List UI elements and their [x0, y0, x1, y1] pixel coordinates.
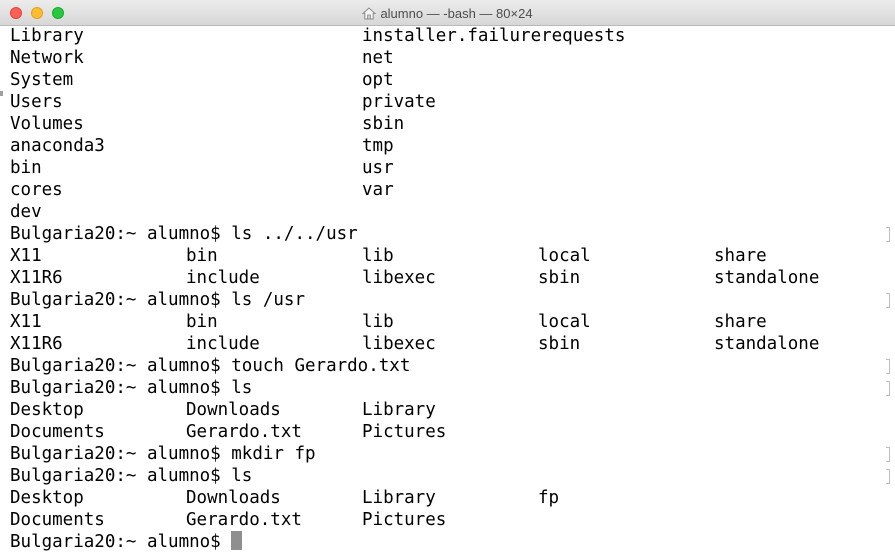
output-entry: lib — [362, 246, 394, 266]
command-mark — [886, 359, 890, 374]
command-mark — [886, 227, 890, 242]
output-entry: Users — [10, 92, 63, 112]
output-entry: X11 — [10, 312, 42, 332]
terminal-content[interactable]: Library installer.failurerequests Network n… — [0, 26, 895, 557]
output-entry: Downloads — [186, 488, 281, 508]
output-entry: X11 — [10, 246, 42, 266]
output-entry: installer.failurerequests — [362, 26, 626, 46]
output-line: Desktop Downloads Library — [10, 399, 890, 421]
output-entry: Pictures — [362, 422, 447, 442]
line-text: Bulgaria20:~ alumno$ touch Gerardo.txt — [10, 356, 411, 376]
output-entry: bin — [186, 246, 218, 266]
output-entry: dev — [10, 202, 42, 222]
output-line: X11R6 include libexec sbin standalone — [10, 267, 890, 289]
output-entry: X11R6 — [10, 334, 63, 354]
output-line: Documents Gerardo.txt Pictures — [10, 421, 890, 443]
line-text: Bulgaria20:~ alumno$ — [10, 532, 232, 552]
command-mark — [886, 447, 890, 462]
output-entry: private — [362, 92, 436, 112]
output-line: Documents Gerardo.txt Pictures — [10, 509, 890, 531]
output-entry: System — [10, 70, 74, 90]
line-text: Bulgaria20:~ alumno$ ls — [10, 378, 253, 398]
output-line: X11R6 include libexec sbin standalone — [10, 333, 890, 355]
output-entry: standalone — [714, 334, 820, 354]
output-entry: Volumes — [10, 114, 84, 134]
command-line: Bulgaria20:~ alumno$ ls — [10, 377, 890, 399]
output-entry: Pictures — [362, 510, 447, 530]
output-entry: bin — [10, 158, 42, 178]
output-entry: Library — [10, 26, 84, 46]
output-entry: net — [362, 48, 394, 68]
command-line: Bulgaria20:~ alumno$ touch Gerardo.txt — [10, 355, 890, 377]
output-line: Volumes sbin — [10, 113, 890, 135]
output-entry: bin — [186, 312, 218, 332]
output-entry: Network — [10, 48, 84, 68]
window-title-group: alumno — -bash — 80×24 — [0, 0, 895, 26]
command-mark — [886, 469, 890, 484]
output-entry: sbin — [538, 268, 581, 288]
command-line: Bulgaria20:~ alumno$ mkdir fp — [10, 443, 890, 465]
output-entry: Gerardo.txt — [186, 422, 302, 442]
output-entry: anaconda3 — [10, 136, 105, 156]
output-line: bin usr — [10, 157, 890, 179]
output-entry: share — [714, 312, 767, 332]
command-mark — [886, 381, 890, 396]
output-entry: libexec — [362, 334, 436, 354]
output-entry: Desktop — [10, 488, 84, 508]
output-line: dev — [10, 201, 890, 223]
output-entry: sbin — [538, 334, 581, 354]
output-entry: Library — [362, 488, 436, 508]
output-entry: Documents — [10, 510, 105, 530]
output-entry: var — [362, 180, 394, 200]
output-line: Users private — [10, 91, 890, 113]
line-text: Bulgaria20:~ alumno$ mkdir fp — [10, 444, 316, 464]
output-line: Library installer.failurerequests — [10, 26, 890, 47]
output-entry: standalone — [714, 268, 820, 288]
output-entry: sbin — [362, 114, 405, 134]
output-entry: usr — [362, 158, 394, 178]
output-entry: Documents — [10, 422, 105, 442]
output-line: System opt — [10, 69, 890, 91]
command-line: Bulgaria20:~ alumno$ ls ../../usr — [10, 223, 890, 245]
line-text: Bulgaria20:~ alumno$ ls /usr — [10, 290, 306, 310]
output-entry: libexec — [362, 268, 436, 288]
window-title: alumno — -bash — 80×24 — [380, 5, 533, 21]
terminal-window: alumno — -bash — 80×24 Library installer.… — [0, 0, 895, 557]
line-text: Bulgaria20:~ alumno$ ls — [10, 466, 253, 486]
output-entry: X11R6 — [10, 268, 63, 288]
output-entry: Gerardo.txt — [186, 510, 302, 530]
line-text: Bulgaria20:~ alumno$ ls ../../usr — [10, 224, 358, 244]
command-line: Bulgaria20:~ alumno$ ls — [10, 465, 890, 487]
output-line: Network net — [10, 47, 890, 69]
output-line: X11 bin lib local share — [10, 245, 890, 267]
output-entry: share — [714, 246, 767, 266]
output-entry: include — [186, 268, 260, 288]
command-line: Bulgaria20:~ alumno$ ls /usr — [10, 289, 890, 311]
home-folder-icon — [362, 6, 377, 20]
output-entry: Library — [362, 400, 436, 420]
output-entry: fp — [538, 488, 560, 508]
output-entry: tmp — [362, 136, 394, 156]
output-entry: local — [538, 312, 591, 332]
output-line: Desktop Downloads Library fp — [10, 487, 890, 509]
output-line: cores var — [10, 179, 890, 201]
output-entry: local — [538, 246, 591, 266]
command-mark — [886, 293, 890, 308]
prompt-line: Bulgaria20:~ alumno$ — [10, 531, 890, 553]
output-entry: include — [186, 334, 260, 354]
terminal-output: Library installer.failurerequests Network n… — [10, 26, 890, 553]
output-entry: Desktop — [10, 400, 84, 420]
output-entry: lib — [362, 312, 394, 332]
output-line: X11 bin lib local share — [10, 311, 890, 333]
title-bar[interactable]: alumno — -bash — 80×24 — [0, 0, 895, 26]
output-entry: Downloads — [186, 400, 281, 420]
left-edge-marker — [0, 91, 3, 96]
text-cursor — [231, 531, 243, 550]
output-line: anaconda3 tmp — [10, 135, 890, 157]
output-entry: cores — [10, 180, 63, 200]
output-entry: opt — [362, 70, 394, 90]
